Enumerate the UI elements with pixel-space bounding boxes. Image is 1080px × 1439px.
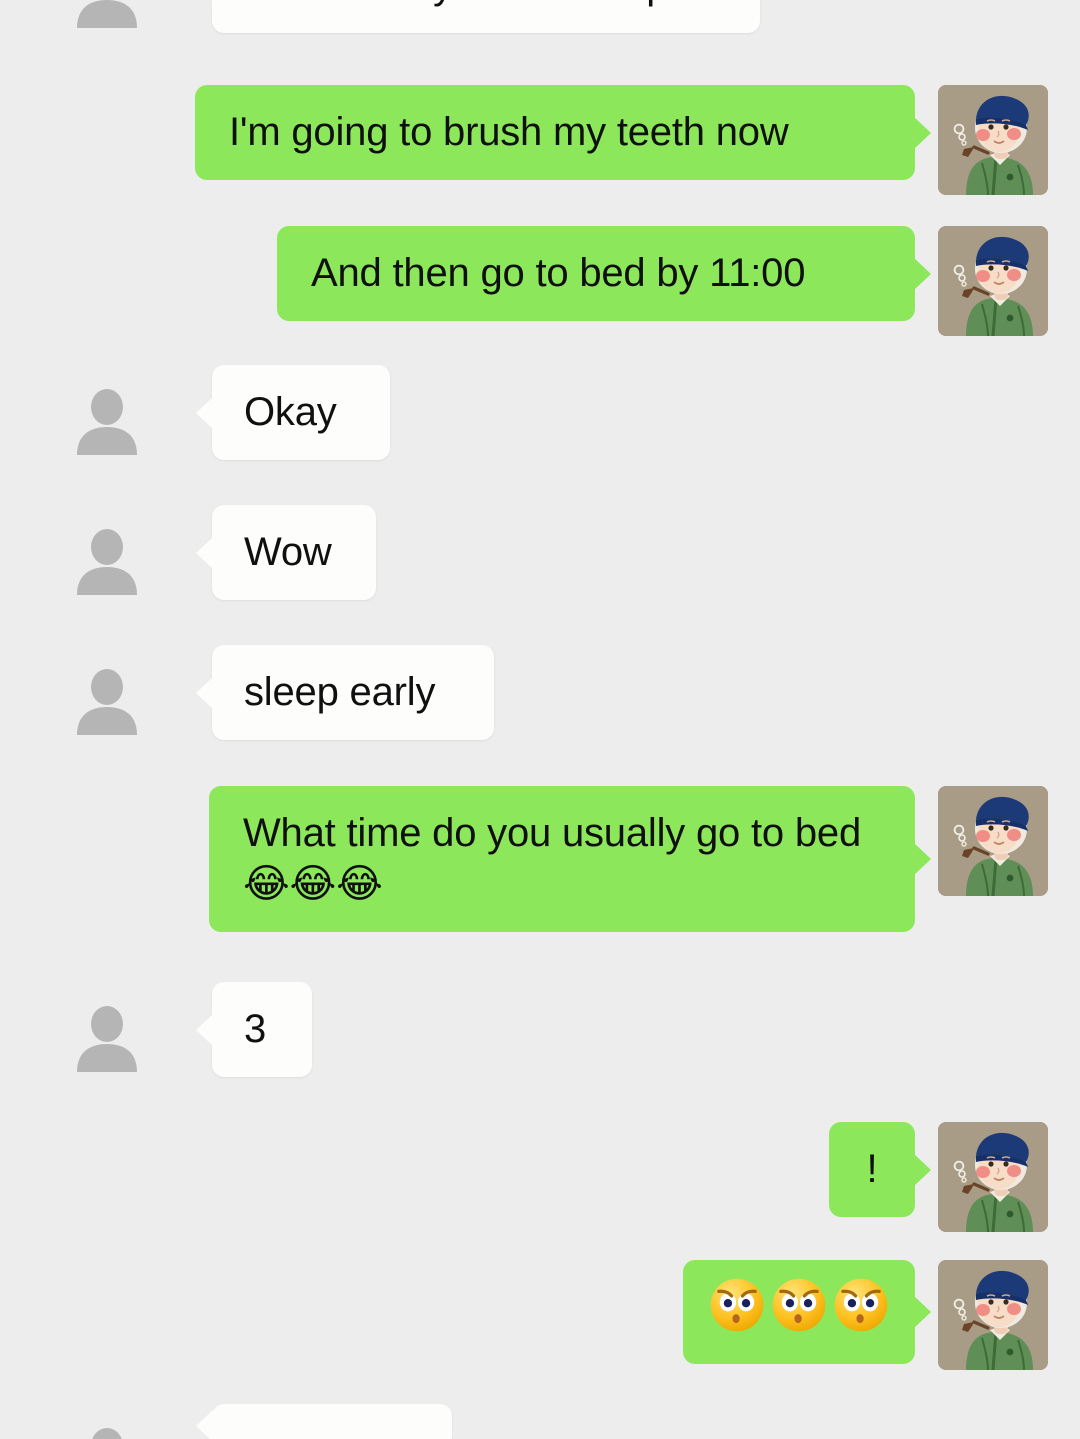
default-person-silhouette-icon [52, 0, 162, 48]
message-row[interactable]: 3 [0, 982, 312, 1092]
pipe-smoking-man-avatar-image [938, 1260, 1048, 1370]
astonished-face-icon [708, 1276, 766, 1347]
message-row[interactable] [683, 1260, 1080, 1370]
astonished-face-icon [770, 1276, 828, 1347]
message-text: sleep early [244, 670, 436, 714]
message-text: And then go to bed by 11:00 [311, 251, 806, 295]
avatar[interactable] [938, 85, 1048, 195]
message-bubble[interactable]: What time do you usually go to bed 😂😂😂 [209, 786, 915, 933]
message-bubble[interactable]: Wow [212, 505, 376, 601]
default-person-silhouette-icon [52, 365, 162, 475]
message-row[interactable]: And then go to bed by 11:00 [277, 226, 1080, 336]
message-row[interactable]: What time you will sleep [0, 0, 760, 48]
message-row[interactable] [0, 1404, 452, 1439]
message-row[interactable]: Wow [0, 505, 376, 615]
message-bubble[interactable] [212, 1404, 452, 1439]
message-text: Wow [244, 530, 332, 574]
message-bubble[interactable]: sleep early [212, 645, 494, 741]
avatar[interactable] [52, 505, 162, 615]
message-bubble[interactable]: And then go to bed by 11:00 [277, 226, 915, 322]
message-text: 3 [244, 1007, 267, 1051]
message-text: What time you will sleep [244, 0, 668, 7]
default-person-silhouette-icon [52, 505, 162, 615]
message-row[interactable]: sleep early [0, 645, 494, 755]
message-bubble[interactable] [683, 1260, 915, 1364]
message-bubble[interactable]: Okay [212, 365, 390, 461]
message-text: ! [866, 1147, 878, 1191]
message-text: What time do you usually go to bed [243, 811, 862, 855]
astonished-face-icon [832, 1276, 890, 1347]
default-person-silhouette-icon [52, 982, 162, 1092]
message-text: I'm going to brush my teeth now [229, 110, 789, 154]
face-with-tears-of-joy-icon: 😂😂😂 [243, 861, 383, 908]
avatar[interactable] [938, 1122, 1048, 1232]
avatar[interactable] [52, 365, 162, 475]
message-row[interactable]: ! [829, 1122, 1080, 1232]
message-text: Okay [244, 390, 337, 434]
message-row[interactable]: What time do you usually go to bed 😂😂😂 [209, 786, 1080, 933]
chat-conversation-screen: What time you will sleep [0, 0, 1080, 1439]
message-bubble[interactable]: 3 [212, 982, 312, 1078]
avatar[interactable] [52, 1404, 162, 1439]
avatar[interactable] [52, 982, 162, 1092]
avatar[interactable] [52, 0, 162, 48]
pipe-smoking-man-avatar-image [938, 85, 1048, 195]
avatar[interactable] [52, 645, 162, 755]
avatar[interactable] [938, 786, 1048, 896]
pipe-smoking-man-avatar-image [938, 1122, 1048, 1232]
default-person-silhouette-icon [52, 1404, 162, 1439]
message-bubble[interactable]: What time you will sleep [212, 0, 760, 34]
avatar[interactable] [938, 1260, 1048, 1370]
message-bubble[interactable]: I'm going to brush my teeth now [195, 85, 915, 181]
message-bubble[interactable]: ! [829, 1122, 915, 1218]
pipe-smoking-man-avatar-image [938, 786, 1048, 896]
avatar[interactable] [938, 226, 1048, 336]
default-person-silhouette-icon [52, 645, 162, 755]
message-row[interactable]: Okay [0, 365, 390, 475]
message-row[interactable]: I'm going to brush my teeth now [195, 85, 1080, 195]
pipe-smoking-man-avatar-image [938, 226, 1048, 336]
